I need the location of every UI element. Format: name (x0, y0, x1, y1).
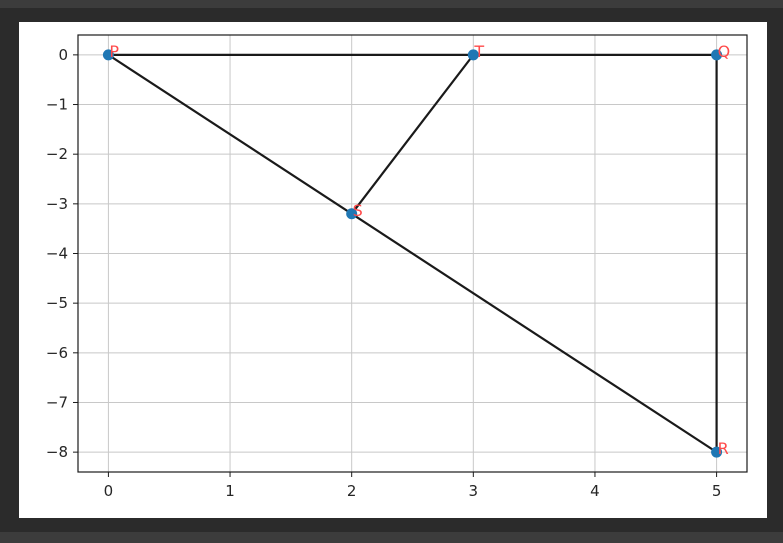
y-tick-label: −8 (46, 443, 68, 461)
point-label-S: S (353, 201, 363, 220)
y-tick-label: 0 (58, 46, 68, 64)
tick-layer: 0 1 2 3 4 5 0 −1 −2 −3 −4 −5 −6 −7 −8 (46, 46, 721, 500)
window-top-strip (0, 0, 783, 8)
point-label-Q: Q (718, 42, 731, 61)
y-tick-label: −1 (46, 96, 68, 114)
y-tick-label: −4 (46, 245, 68, 263)
x-tick-label: 1 (225, 482, 235, 500)
geometry-chart: P T Q S R 0 1 2 3 4 5 0 −1 −2 −3 −4 −5 −6 −7 −8 (46, 34, 748, 500)
y-tick-label: −2 (46, 145, 68, 163)
x-tick-label: 3 (469, 482, 479, 500)
y-tick-label: −5 (46, 294, 68, 312)
point-label-R: R (718, 439, 729, 458)
chart-figure: P T Q S R 0 1 2 3 4 5 0 −1 −2 −3 −4 −5 −6 −7 −8 (19, 22, 767, 518)
point-label-P: P (109, 42, 119, 61)
x-tick-label: 4 (590, 482, 600, 500)
point-label-T: T (473, 42, 484, 61)
window-bottom-strip (0, 532, 783, 543)
segment-ST (350, 53, 475, 215)
y-tick-label: −6 (46, 344, 68, 362)
y-tick-label: −7 (46, 393, 68, 411)
x-tick-label: 2 (347, 482, 357, 500)
x-tick-label: 0 (104, 482, 114, 500)
x-tick-label: 5 (712, 482, 722, 500)
y-tick-label: −3 (46, 195, 68, 213)
